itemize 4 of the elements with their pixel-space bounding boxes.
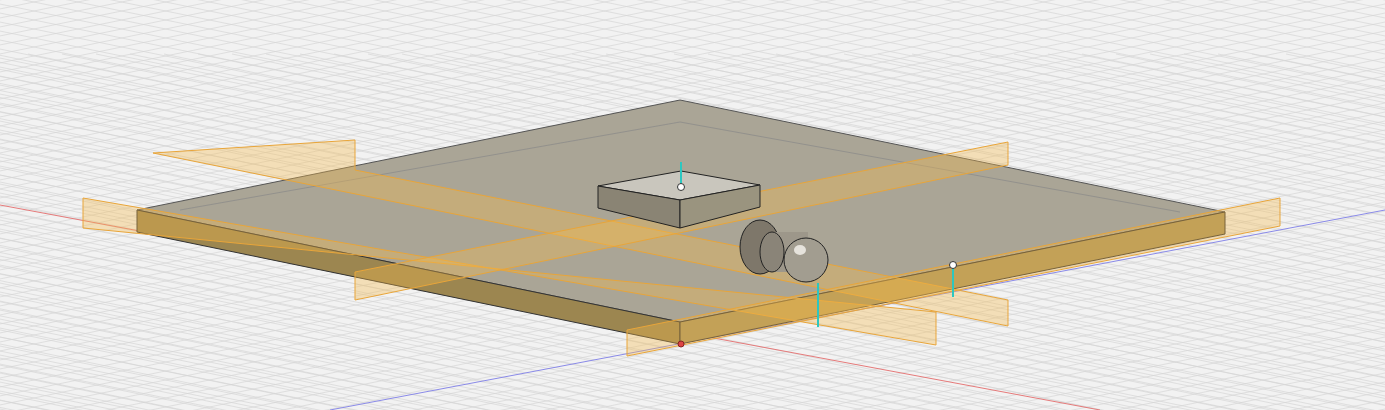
origin-marker-drawing: [949, 261, 957, 298]
origin-marker-drawing: [677, 161, 685, 191]
axis-marker-line: [817, 282, 819, 328]
origin-point: [677, 340, 685, 348]
